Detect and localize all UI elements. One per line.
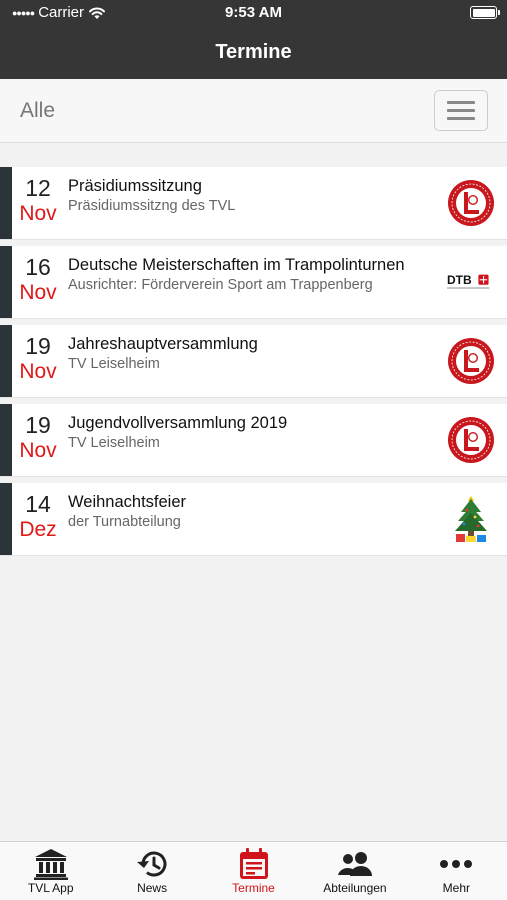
event-stripe: [0, 483, 12, 555]
tab-abteilungen[interactable]: Abteilungen: [304, 842, 405, 900]
tab-label: Termine: [232, 881, 275, 895]
dtb-logo: DTB: [447, 258, 495, 306]
event-subtitle: Präsidiumssitzng des TVL: [68, 198, 236, 214]
more-dots-icon: [439, 848, 473, 880]
event-stripe: [0, 404, 12, 476]
event-date: 14 Dez: [12, 491, 64, 543]
event-subtitle: TV Leiselheim: [68, 435, 160, 451]
tvl-club-logo: [447, 179, 495, 227]
tab-tvl-app[interactable]: TVL App: [0, 842, 101, 900]
event-day: 19: [25, 412, 51, 438]
event-subtitle: der Turnabteilung: [68, 514, 181, 530]
event-title: Präsidiumssitzung: [68, 177, 202, 195]
hamburger-icon: [447, 101, 475, 104]
event-title: Deutsche Meisterschaften im Trampolintur…: [68, 256, 405, 274]
event-row[interactable]: 19 Nov Jahreshauptversammlung TV Leiselh…: [0, 325, 507, 398]
hamburger-menu-button[interactable]: [434, 90, 488, 131]
event-subtitle: Ausrichter: Förderverein Sport am Trappe…: [68, 277, 373, 293]
page-title: Termine: [215, 41, 292, 63]
battery-icon: [470, 6, 500, 19]
event-list: 12 Nov Präsidiumssitzung Präsidiumssitzn…: [0, 167, 507, 562]
filter-label[interactable]: Alle: [20, 99, 55, 123]
event-date: 19 Nov: [12, 333, 64, 385]
event-row[interactable]: 19 Nov Jugendvollversammlung 2019 TV Lei…: [0, 404, 507, 477]
tvl-club-logo: [447, 416, 495, 464]
event-row[interactable]: 16 Nov Deutsche Meisterschaften im Tramp…: [0, 246, 507, 319]
event-month: Nov: [19, 439, 57, 462]
status-time: 9:53 AM: [225, 4, 282, 21]
calendar-icon: [239, 848, 269, 880]
event-day: 19: [25, 333, 51, 359]
event-month: Nov: [19, 360, 57, 383]
tab-label: News: [137, 881, 168, 895]
event-subtitle: TV Leiselheim: [68, 356, 160, 372]
event-month: Dez: [19, 518, 57, 541]
event-row[interactable]: 14 Dez Weihnachtsfeier der Turnabteilung: [0, 483, 507, 556]
svg-text:DTB: DTB: [447, 273, 472, 287]
event-month: Nov: [19, 202, 57, 225]
event-stripe: [0, 167, 12, 239]
navigation-bar: Termine: [0, 26, 507, 79]
event-day: 16: [25, 254, 51, 280]
tab-label: Abteilungen: [323, 881, 387, 895]
event-title: Jahreshauptversammlung: [68, 335, 258, 353]
tab-news[interactable]: News: [101, 842, 202, 900]
event-day: 12: [25, 175, 51, 201]
tab-termine[interactable]: Termine: [203, 842, 304, 900]
status-bar: ●●●●● Carrier 9:53 AM: [0, 0, 507, 26]
tab-label: TVL App: [27, 881, 74, 895]
event-title: Weihnachtsfeier: [68, 493, 187, 511]
tab-mehr[interactable]: Mehr: [406, 842, 507, 900]
event-row[interactable]: 12 Nov Präsidiumssitzung Präsidiumssitzn…: [0, 167, 507, 240]
tvl-club-logo: [447, 337, 495, 385]
event-stripe: [0, 325, 12, 397]
event-date: 12 Nov: [12, 175, 64, 227]
event-month: Nov: [19, 281, 57, 304]
history-icon: [135, 848, 169, 880]
users-icon: [336, 848, 374, 880]
event-stripe: [0, 246, 12, 318]
tab-bar: TVL App News Termine Abteilungen Mehr: [0, 841, 507, 900]
bank-icon: [33, 848, 68, 880]
event-date: 16 Nov: [12, 254, 64, 306]
tab-label: Mehr: [442, 881, 470, 895]
event-date: 19 Nov: [12, 412, 64, 464]
christmas-tree-icon: [447, 495, 495, 543]
event-title: Jugendvollversammlung 2019: [68, 414, 288, 432]
event-day: 14: [25, 491, 51, 517]
filter-bar: Alle: [0, 79, 507, 143]
